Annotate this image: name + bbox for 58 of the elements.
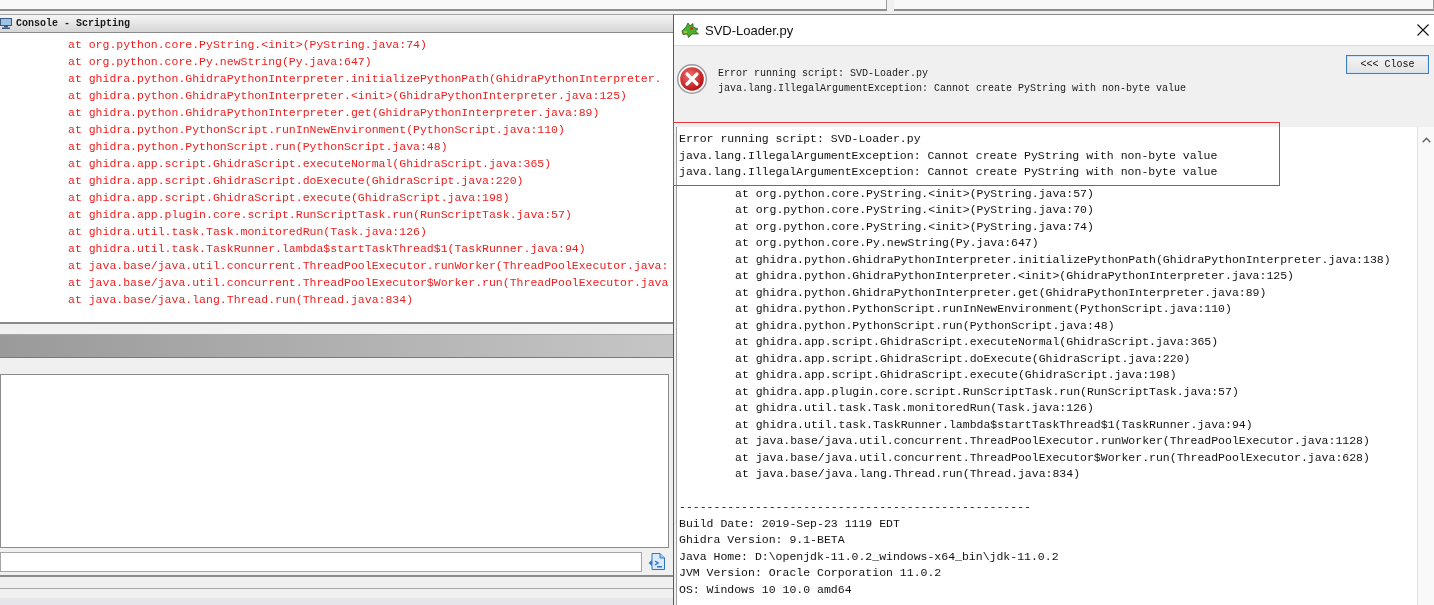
vertical-scrollbar[interactable] <box>1417 127 1434 605</box>
document-icon[interactable] <box>648 553 665 570</box>
console-line: at ghidra.util.task.Task.monitoredRun(Task.java:126) <box>68 224 427 240</box>
console-line: at ghidra.python.GhidraPythonInterpreter.<init>(GhidraPythonInterpreter.java:125) <box>68 88 627 104</box>
error-icon <box>676 63 708 95</box>
output-line: at ghidra.python.GhidraPythonInterpreter.initializePythonPath(GhidraPythonInterpreter.java:138) <box>735 251 1391 268</box>
output-line: at ghidra.python.PythonScript.run(PythonScript.java:48) <box>735 317 1115 334</box>
output-line: at ghidra.python.GhidraPythonInterpreter.<init>(GhidraPythonInterpreter.java:125) <box>735 268 1294 284</box>
output-line: java.lang.IllegalArgumentException: Cannot create PyString with non-byte value <box>679 164 1218 180</box>
scroll-up-icon[interactable] <box>1421 137 1431 143</box>
console-line: at ghidra.python.PythonScript.runInNewEnvironment(PythonScript.java:110) <box>68 122 565 138</box>
output-line: at org.python.core.Py.newString(Py.java:647) <box>735 235 1039 251</box>
console-line: at ghidra.util.task.TaskRunner.lambda$startTaskThread$1(TaskRunner.java:94) <box>68 241 586 257</box>
output-line: at ghidra.python.GhidraPythonInterpreter.get(GhidraPythonInterpreter.java:89) <box>735 284 1267 301</box>
output-line: at java.base/java.lang.Thread.run(Thread.java:834) <box>735 466 1081 482</box>
console-line: at ghidra.app.script.GhidraScript.executeNormal(GhidraScript.java:365) <box>68 156 552 172</box>
output-line: JVM Version: Oracle Corporation 11.0.2 <box>679 565 942 581</box>
console-line: at ghidra.app.script.GhidraScript.doExecute(GhidraScript.java:220) <box>68 173 524 189</box>
output-line: Java Home: D:\openjdk-11.0.2_windows-x64_bin\jdk-11.0.2 <box>679 548 1059 565</box>
output-line: --------------------------------------------------- <box>679 499 1031 515</box>
close-button[interactable]: <<< Close <box>1346 55 1429 74</box>
output-line: java.lang.IllegalArgumentException: Cannot create PyString with non-byte value <box>679 147 1218 164</box>
console-line: at java.base/java.util.concurrent.ThreadPoolExecutor$Worker.run(ThreadPoolExecutor.java <box>68 275 669 291</box>
output-line: at ghidra.app.script.GhidraScript.execute(GhidraScript.java:198) <box>735 367 1177 383</box>
console-line: at ghidra.python.GhidraPythonInterpreter.get(GhidraPythonInterpreter.java:89) <box>68 105 600 121</box>
console-line: at ghidra.app.plugin.core.script.RunScriptTask.run(RunScriptTask.java:57) <box>68 207 572 223</box>
splitter-bar[interactable] <box>0 322 673 335</box>
output-line: at java.base/java.util.concurrent.ThreadPoolExecutor.runWorker(ThreadPoolExecutor.java:1128) <box>735 433 1370 449</box>
monitor-icon <box>0 18 12 29</box>
dragon-icon <box>681 22 699 38</box>
output-line: OS: Windows 10 10.0 amd64 <box>679 581 852 598</box>
output-line: at org.python.core.PyString.<init>(PyString.java:70) <box>735 202 1094 218</box>
panel-title: Console - Scripting <box>16 18 131 29</box>
output-line: at ghidra.util.task.Task.monitoredRun(Task.java:126) <box>735 400 1094 416</box>
console-line: at org.python.core.PyString.<init>(PyString.java:74) <box>68 37 427 53</box>
dialog-title: SVD-Loader.py <box>705 22 794 38</box>
output-line: at ghidra.app.plugin.core.script.RunScriptTask.run(RunScriptTask.java:57) <box>735 383 1239 400</box>
console-line: at java.base/java.util.concurrent.ThreadPoolExecutor.runWorker(ThreadPoolExecutor.java: <box>68 258 669 274</box>
console-line: at ghidra.python.GhidraPythonInterpreter.initializePythonPath(GhidraPythonInterpreter. <box>68 71 662 87</box>
console-line: at java.base/java.lang.Thread.run(Thread.java:834) <box>68 292 414 308</box>
close-icon[interactable] <box>1417 24 1429 36</box>
output-line: Ghidra Version: 9.1-BETA <box>679 532 845 548</box>
console-line: at ghidra.app.script.GhidraScript.execute(GhidraScript.java:198) <box>68 190 510 206</box>
output-line: at org.python.core.PyString.<init>(PyString.java:57) <box>735 185 1094 202</box>
output-line: at ghidra.app.script.GhidraScript.executeNormal(GhidraScript.java:365) <box>735 334 1219 350</box>
output-line: Error running script: SVD-Loader.py <box>679 131 921 147</box>
output-line: at java.base/java.util.concurrent.ThreadPoolExecutor$Worker.run(ThreadPoolExecutor.java:628) <box>735 449 1370 466</box>
output-line: at org.python.core.PyString.<init>(PyString.java:74) <box>735 218 1094 235</box>
error-message: Error running script: SVD-Loader.py <box>718 67 929 81</box>
output-line: at ghidra.python.PythonScript.runInNewEnvironment(PythonScript.java:110) <box>735 301 1232 317</box>
command-input-field[interactable] <box>0 551 642 572</box>
output-line: Build Date: 2019-Sep-23 1119 EDT <box>679 515 900 532</box>
output-line: at ghidra.app.script.GhidraScript.doExecute(GhidraScript.java:220) <box>735 350 1191 367</box>
console-line: at ghidra.python.PythonScript.run(PythonScript.java:48) <box>68 139 448 155</box>
splitter-bar[interactable] <box>0 575 673 589</box>
output-line: at ghidra.util.task.TaskRunner.lambda$startTaskThread$1(TaskRunner.java:94) <box>735 416 1253 433</box>
error-message: java.lang.IllegalArgumentException: Cannot create PyString with non-byte value <box>718 82 1187 96</box>
console-line: at org.python.core.Py.newString(Py.java:647) <box>68 54 372 70</box>
